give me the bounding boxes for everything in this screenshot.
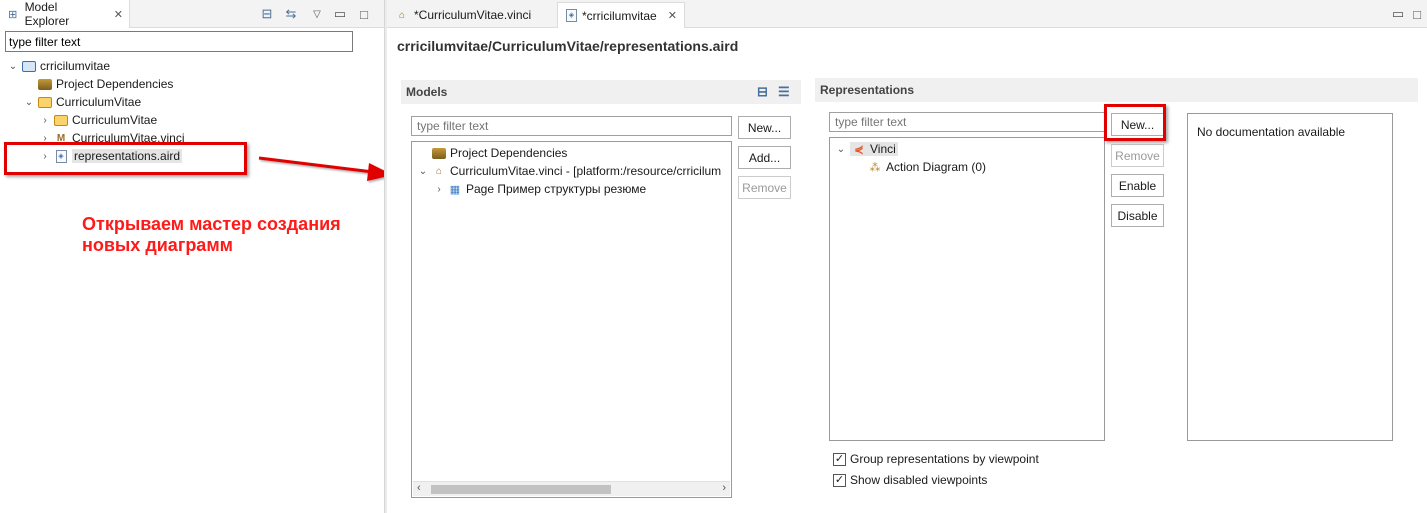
close-icon[interactable]: ✕ bbox=[668, 9, 677, 22]
models-add-button[interactable]: Add... bbox=[738, 146, 791, 169]
diagram-icon: ⁂ bbox=[869, 161, 881, 174]
aird-editor: ⌂ *CurriculumVitae.vinci ◈ *crricilumvit… bbox=[387, 0, 1427, 513]
group-by-viewpoint-checkbox[interactable]: ✓ Group representations by viewpoint bbox=[833, 452, 1039, 466]
folder-icon bbox=[54, 114, 68, 126]
chevron-down-icon[interactable]: ⌄ bbox=[836, 144, 846, 155]
tab-label: *CurriculumVitae.vinci bbox=[414, 8, 532, 22]
models-tree: Project Dependencies ⌄ ⌂ CurriculumVitae… bbox=[411, 141, 732, 498]
vinci-viewpoint-selected: ⋞ Vinci bbox=[850, 142, 898, 156]
viewpoint-icon: ⋞ bbox=[854, 143, 864, 156]
checkbox-checked-icon[interactable]: ✓ bbox=[833, 452, 846, 466]
page-icon: ▦ bbox=[449, 183, 461, 196]
show-disabled-viewpoints-checkbox[interactable]: ✓ Show disabled viewpoints bbox=[833, 473, 987, 487]
tab-curriculumvitae-vinci[interactable]: ⌂ *CurriculumVitae.vinci bbox=[387, 2, 547, 28]
page-title: crricilumvitae/CurriculumVitae/represent… bbox=[397, 38, 739, 54]
aird-file-icon: ◈ bbox=[566, 9, 577, 22]
vinci-model-icon: ⌂ bbox=[435, 165, 443, 177]
scroll-left-icon[interactable]: ‹ bbox=[417, 482, 421, 494]
annotation-line-1: Открываем мастер создания bbox=[82, 214, 341, 234]
annotation-arrow bbox=[258, 156, 393, 181]
tree-item-label: Page Пример структуры резюме bbox=[466, 182, 647, 196]
checkbox-label: Group representations by viewpoint bbox=[850, 452, 1039, 466]
annotation-highlight-box bbox=[4, 142, 247, 175]
representations-remove-button[interactable]: Remove bbox=[1111, 144, 1164, 167]
collapse-all-icon[interactable]: ⊟ bbox=[258, 5, 276, 23]
collapse-all-icon[interactable]: ⊟ bbox=[757, 84, 768, 100]
models-remove-button[interactable]: Remove bbox=[738, 176, 791, 199]
chevron-down-icon[interactable]: ⌄ bbox=[8, 61, 18, 72]
chevron-right-icon[interactable]: › bbox=[40, 115, 50, 126]
tree-item-label: Project Dependencies bbox=[56, 77, 174, 91]
explorer-filter-input[interactable] bbox=[5, 31, 353, 52]
representations-section-header: Representations bbox=[815, 78, 1418, 102]
tree-item-folder-curriculumvitae[interactable]: ⌄ CurriculumVitae bbox=[24, 93, 141, 111]
chevron-right-icon[interactable]: › bbox=[434, 184, 444, 195]
vinci-editor-icon: ⌂ bbox=[398, 9, 406, 21]
tab-model-explorer-label: Model Explorer bbox=[24, 0, 70, 28]
tree-item-project[interactable]: ⌄ crricilumvitae bbox=[8, 57, 110, 75]
tree-item-subfolder-curriculumvitae[interactable]: › CurriculumVitae bbox=[40, 111, 157, 129]
chevron-down-icon[interactable]: ⌄ bbox=[24, 97, 34, 108]
project-icon bbox=[22, 60, 36, 72]
tree-item-label: CurriculumVitae bbox=[56, 95, 142, 109]
editor-tabbar: ⌂ *CurriculumVitae.vinci ◈ *crricilumvit… bbox=[387, 0, 1427, 28]
documentation-panel: No documentation available bbox=[1187, 113, 1393, 441]
checkbox-checked-icon[interactable]: ✓ bbox=[833, 473, 846, 487]
annotation-line-2: новых диаграмм bbox=[82, 235, 233, 255]
close-icon[interactable]: ✕ bbox=[114, 8, 123, 21]
tree-item-action-diagram[interactable]: ⁂ Action Diagram (0) bbox=[868, 158, 987, 176]
representations-filter-input[interactable] bbox=[829, 112, 1105, 132]
checkbox-label: Show disabled viewpoints bbox=[850, 473, 988, 487]
tab-model-explorer[interactable]: ⊞ Model Explorer ✕ bbox=[0, 0, 130, 28]
tree-item-page[interactable]: › ▦ Page Пример структуры резюме bbox=[434, 180, 646, 198]
maximize-icon[interactable]: □ bbox=[355, 5, 373, 23]
tree-item-label: CurriculumVitae.vinci - [platform:/resou… bbox=[450, 164, 722, 178]
minimize-icon[interactable]: ▭ bbox=[1389, 5, 1407, 23]
models-filter-input[interactable] bbox=[411, 116, 732, 136]
models-section-header: Models ⊟ ☰ bbox=[401, 80, 801, 104]
tree-item-vinci-viewpoint[interactable]: ⌄ ⋞ Vinci bbox=[836, 140, 898, 158]
maximize-icon[interactable]: □ bbox=[1408, 5, 1426, 23]
dependencies-icon bbox=[38, 78, 52, 90]
annotation-highlight-box bbox=[1104, 104, 1166, 141]
annotation-text: Открываем мастер создания новых диаграмм bbox=[82, 214, 402, 256]
minimize-icon[interactable]: ▭ bbox=[331, 5, 349, 23]
folder-icon bbox=[38, 96, 52, 108]
models-new-button[interactable]: New... bbox=[738, 116, 791, 139]
tree-item-label: CurriculumVitae bbox=[72, 113, 158, 127]
representations-tree: ⌄ ⋞ Vinci ⁂ Action Diagram (0) bbox=[829, 137, 1105, 441]
tree-item-vinci-model[interactable]: ⌄ ⌂ CurriculumVitae.vinci - [platform:/r… bbox=[418, 162, 721, 180]
disable-button[interactable]: Disable bbox=[1111, 204, 1164, 227]
model-explorer-view: ⊞ Model Explorer ✕ ⊟ ⇆ ▽ ▭ □ ⌄ crricilum… bbox=[0, 0, 384, 513]
tree-item-label: Vinci bbox=[870, 142, 896, 156]
view-menu-icon[interactable]: ▽ bbox=[308, 5, 326, 23]
scroll-right-icon[interactable]: › bbox=[722, 482, 726, 494]
chevron-down-icon[interactable]: ⌄ bbox=[418, 166, 428, 177]
models-header-label: Models bbox=[406, 85, 448, 99]
link-with-editor-icon[interactable]: ⇆ bbox=[282, 5, 300, 23]
model-explorer-tabbar: ⊞ Model Explorer ✕ ⊟ ⇆ ▽ ▭ □ bbox=[0, 0, 384, 28]
documentation-text: No documentation available bbox=[1197, 125, 1346, 139]
tree-item-label: Action Diagram (0) bbox=[886, 160, 987, 174]
tree-item-project-dependencies[interactable]: Project Dependencies bbox=[432, 144, 567, 162]
tree-item-label: crricilumvitae bbox=[40, 59, 111, 73]
tab-label: *crricilumvitae bbox=[582, 8, 657, 23]
model-explorer-icon: ⊞ bbox=[8, 8, 18, 21]
enable-button[interactable]: Enable bbox=[1111, 174, 1164, 197]
representations-header-label: Representations bbox=[820, 83, 915, 97]
tree-item-label: Project Dependencies bbox=[450, 146, 568, 160]
horizontal-scrollbar[interactable]: ‹ › bbox=[413, 481, 730, 496]
tree-item-project-dependencies[interactable]: Project Dependencies bbox=[38, 75, 173, 93]
expand-all-icon[interactable]: ☰ bbox=[778, 84, 790, 100]
dependencies-icon bbox=[432, 147, 446, 159]
tab-crricilumvitae[interactable]: ◈ *crricilumvitae ✕ bbox=[557, 2, 685, 28]
scrollbar-thumb[interactable] bbox=[431, 485, 611, 494]
